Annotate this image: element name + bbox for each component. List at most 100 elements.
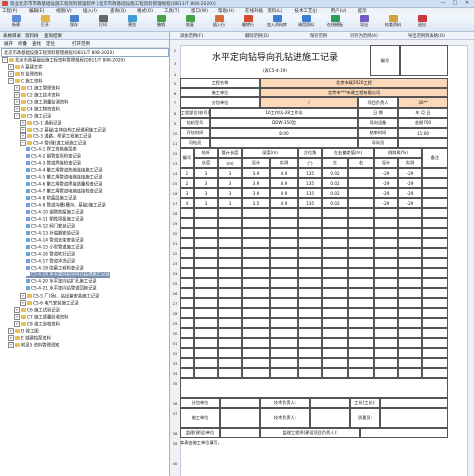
table-cell[interactable] bbox=[218, 218, 242, 228]
table-cell[interactable] bbox=[374, 358, 398, 368]
table-cell[interactable] bbox=[180, 208, 194, 218]
table-cell[interactable] bbox=[194, 268, 218, 278]
table-cell[interactable] bbox=[218, 288, 242, 298]
table-cell[interactable] bbox=[180, 298, 194, 308]
table-cell[interactable] bbox=[374, 278, 398, 288]
table-cell[interactable] bbox=[348, 308, 374, 318]
sub-unit[interactable] bbox=[220, 398, 260, 408]
table-cell[interactable] bbox=[422, 318, 448, 328]
table-cell[interactable] bbox=[374, 308, 398, 318]
driller[interactable] bbox=[210, 138, 358, 148]
tree-item[interactable]: − C5 施工记录 bbox=[14, 112, 51, 119]
table-cell[interactable] bbox=[322, 278, 348, 288]
table-cell[interactable] bbox=[180, 368, 194, 378]
table-cell[interactable] bbox=[422, 298, 448, 308]
tab-table-catalog[interactable]: 表格目录 bbox=[3, 33, 21, 39]
tree-item[interactable]: C5-4-7 聚乙烯管道电熔连接检查记录 bbox=[26, 189, 103, 195]
number-value[interactable] bbox=[400, 45, 448, 76]
table-cell[interactable] bbox=[194, 288, 218, 298]
table-cell[interactable] bbox=[374, 328, 398, 338]
table-cell[interactable] bbox=[242, 208, 270, 218]
toolbar-button-13[interactable]: 检查资料 bbox=[381, 15, 405, 30]
table-cell[interactable] bbox=[422, 218, 448, 228]
table-cell[interactable] bbox=[422, 238, 448, 248]
table-cell[interactable] bbox=[180, 218, 194, 228]
table-cell[interactable] bbox=[398, 298, 422, 308]
table-cell[interactable] bbox=[322, 348, 348, 358]
table-cell[interactable] bbox=[398, 228, 422, 238]
tree-item[interactable]: + C5-5 厂(场)、站设备安装施工记录 bbox=[20, 293, 99, 300]
table-cell[interactable] bbox=[398, 318, 422, 328]
expand-icon[interactable]: + bbox=[14, 84, 20, 91]
table-cell[interactable] bbox=[242, 348, 270, 358]
table-cell[interactable] bbox=[242, 318, 270, 328]
tree-item[interactable]: + C4 施工物资资料 bbox=[14, 105, 60, 112]
table-cell[interactable] bbox=[298, 298, 322, 308]
table-cell[interactable] bbox=[322, 258, 348, 268]
table-cell[interactable] bbox=[374, 348, 398, 358]
table-cell[interactable] bbox=[422, 258, 448, 268]
table-cell[interactable] bbox=[374, 288, 398, 298]
vertical-scrollbar[interactable] bbox=[467, 45, 474, 476]
table-cell[interactable] bbox=[322, 238, 348, 248]
table-cell[interactable] bbox=[270, 318, 298, 328]
table-cell[interactable] bbox=[298, 338, 322, 348]
table-cell[interactable] bbox=[322, 248, 348, 258]
export-example-button[interactable]: 导出范例到表格(O) bbox=[408, 33, 445, 39]
expand-icon[interactable]: + bbox=[20, 293, 26, 300]
table-cell[interactable] bbox=[374, 368, 398, 378]
locate-button[interactable]: 定位 bbox=[46, 41, 55, 47]
close-icon[interactable]: ✕ bbox=[462, 0, 472, 6]
table-cell[interactable] bbox=[270, 288, 298, 298]
standard-select[interactable]: 北京市政基础设施工程资料管理规程(DB11/T 808-2020) bbox=[1, 48, 169, 57]
collapse-icon[interactable]: − bbox=[14, 112, 20, 119]
table-cell[interactable] bbox=[242, 238, 270, 248]
table-cell[interactable] bbox=[398, 358, 422, 368]
table-cell[interactable] bbox=[270, 218, 298, 228]
toolbar-button-4[interactable]: 预览 bbox=[120, 15, 144, 30]
table-cell[interactable] bbox=[398, 238, 422, 248]
toolbar-button-0[interactable]: 新建 bbox=[4, 15, 28, 30]
foreman-sign[interactable] bbox=[380, 398, 448, 408]
table-cell[interactable] bbox=[194, 318, 218, 328]
tree-item[interactable]: C5-4-13 补偿器安装记录 bbox=[26, 230, 79, 237]
table-cell[interactable] bbox=[422, 368, 448, 378]
table-cell[interactable] bbox=[348, 338, 374, 348]
expand-icon[interactable]: + bbox=[8, 63, 14, 70]
table-cell[interactable] bbox=[194, 218, 218, 228]
table-cell[interactable] bbox=[422, 208, 448, 218]
table-cell[interactable] bbox=[374, 268, 398, 278]
table-cell[interactable] bbox=[348, 288, 374, 298]
tech-sign[interactable] bbox=[310, 398, 350, 408]
tree-item[interactable]: C5-4-6 聚乙烯管道焊接质量检查记录 bbox=[26, 182, 103, 188]
table-cell[interactable] bbox=[374, 248, 398, 258]
tech-sign[interactable] bbox=[310, 408, 350, 428]
collapse-icon[interactable]: − bbox=[2, 57, 8, 63]
table-cell[interactable] bbox=[298, 328, 322, 338]
collapse-icon[interactable]: − bbox=[8, 77, 14, 84]
table-cell[interactable] bbox=[374, 228, 398, 238]
table-cell[interactable] bbox=[398, 258, 422, 268]
table-cell[interactable] bbox=[422, 268, 448, 278]
table-cell[interactable] bbox=[270, 228, 298, 238]
table-cell[interactable] bbox=[322, 308, 348, 318]
table-cell[interactable] bbox=[242, 278, 270, 288]
tree-item[interactable]: C5-4-16 管道吹扫记录 bbox=[26, 251, 75, 258]
tab-query-results[interactable]: 查询结果 bbox=[44, 33, 62, 39]
tree-item[interactable]: C5-4-10 钢管防腐施工记录 bbox=[26, 209, 84, 216]
tree-item[interactable]: + D 竣工图 bbox=[8, 328, 39, 335]
table-cell[interactable] bbox=[194, 308, 218, 318]
table-cell[interactable] bbox=[322, 338, 348, 348]
table-cell[interactable] bbox=[422, 288, 448, 298]
table-cell[interactable] bbox=[242, 368, 270, 378]
table-cell[interactable] bbox=[270, 328, 298, 338]
table-cell[interactable] bbox=[398, 218, 422, 228]
tree-item[interactable]: C5-4-19 水平定向钻导向孔钻进施工记录 bbox=[26, 272, 110, 279]
tree-item[interactable]: C5-4-14 管道支架安装记录 bbox=[26, 237, 84, 244]
spreadsheet[interactable]: 2 3 4 5 6 7 8 9 10 11 12 13 14 15 16 17 18 19 20 21 22 23 24 25… bbox=[170, 40, 474, 476]
table-cell[interactable] bbox=[194, 208, 218, 218]
toolbar-button-9[interactable]: 加入资料库 bbox=[265, 15, 289, 30]
toolbar-button-11[interactable]: 在线模板 bbox=[323, 15, 347, 30]
table-cell[interactable] bbox=[374, 298, 398, 308]
table-cell[interactable] bbox=[242, 308, 270, 318]
